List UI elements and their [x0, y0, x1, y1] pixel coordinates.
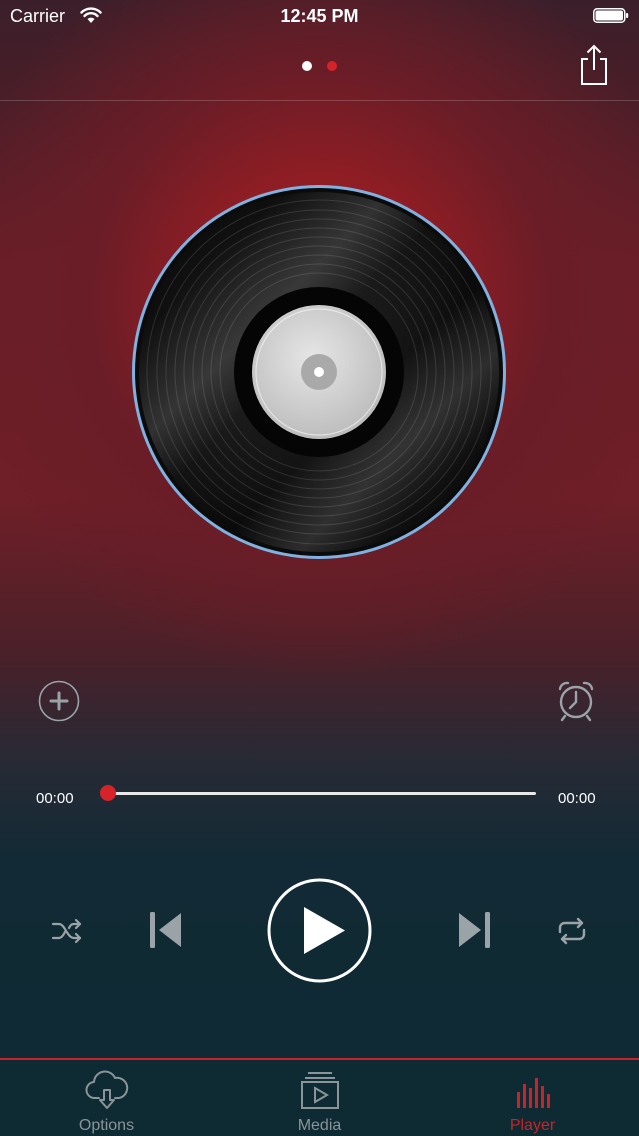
tab-media[interactable]: Media	[213, 1060, 426, 1136]
nav-bar	[0, 34, 639, 101]
cloud-download-icon	[85, 1070, 129, 1109]
play-icon	[267, 878, 372, 983]
page-indicator[interactable]	[300, 60, 340, 72]
repeat-icon	[558, 917, 586, 945]
media-library-icon	[301, 1072, 339, 1109]
tab-bar: Options Media Player	[0, 1058, 639, 1136]
page-dot-2[interactable]	[327, 61, 337, 71]
progress-slider[interactable]	[100, 785, 536, 801]
equalizer-icon	[517, 1078, 550, 1108]
tab-options[interactable]: Options	[0, 1060, 213, 1136]
add-to-playlist-button[interactable]	[38, 680, 80, 722]
tab-player[interactable]: Player	[426, 1060, 639, 1136]
status-time: 12:45 PM	[280, 6, 359, 26]
share-button[interactable]	[578, 44, 610, 86]
shuffle-icon	[51, 918, 82, 944]
repeat-button[interactable]	[555, 914, 589, 948]
tab-media-label: Media	[297, 1117, 342, 1134]
skip-back-icon	[150, 912, 181, 948]
tab-player-label: Player	[509, 1117, 556, 1134]
total-time: 00:00	[558, 790, 596, 807]
progress-knob[interactable]	[100, 785, 116, 801]
tab-options-label: Options	[78, 1117, 135, 1134]
elapsed-time: 00:00	[36, 790, 74, 807]
alarm-clock-icon	[558, 681, 594, 722]
play-button[interactable]	[267, 878, 372, 983]
status-bar: Carrier 12:45 PM	[0, 0, 639, 34]
vinyl-record	[132, 185, 506, 559]
shuffle-button[interactable]	[50, 914, 84, 948]
plus-icon	[38, 680, 80, 722]
player-screen: Carrier 12:45 PM 00:00 00:00 Options Med…	[0, 0, 639, 1136]
sleep-timer-button[interactable]	[556, 680, 596, 722]
battery-icon	[593, 8, 629, 23]
previous-button[interactable]	[148, 910, 184, 950]
page-dot-1[interactable]	[302, 61, 312, 71]
skip-forward-icon	[459, 912, 490, 948]
share-icon	[581, 44, 607, 85]
next-button[interactable]	[456, 910, 492, 950]
